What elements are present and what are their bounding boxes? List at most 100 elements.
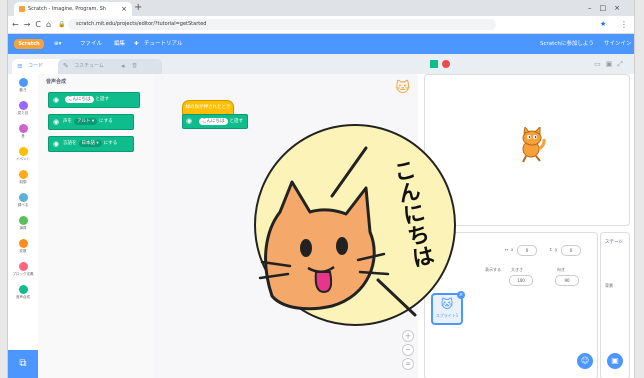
window-controls[interactable]: –□×	[588, 0, 628, 16]
browser-tab[interactable]: Scratch - Imagine, Program, Sh ×	[14, 2, 132, 16]
scratch-menu-bar: Scratch ⊕▾ ファイル 編集 ✚ チュートリアル Scratchに参加し…	[8, 34, 634, 54]
category-operators[interactable]: 演算	[8, 216, 38, 231]
category-dot	[18, 170, 28, 179]
bookmark-star-icon[interactable]: ★	[600, 16, 606, 33]
tab-sounds-label: 音	[132, 63, 138, 69]
scratch-favicon-icon	[19, 6, 25, 12]
category-text-to-speech[interactable]: 音声合成	[8, 285, 38, 300]
category-motion[interactable]: 動き	[8, 78, 38, 93]
category-label: 演算	[19, 226, 27, 230]
category-sensing[interactable]: 調べる	[8, 193, 38, 208]
category-label: 制御	[19, 180, 27, 184]
category-variables[interactable]: 変数	[8, 239, 38, 254]
set-voice-block[interactable]: ◉ 声を アルト ▾ にする	[48, 114, 134, 130]
menu-tutorial[interactable]: チュートリアル	[144, 34, 182, 54]
sprite-watermark-icon: 🐱	[395, 80, 410, 96]
category-label: イベント	[16, 157, 30, 161]
zoom-out-button[interactable]: −	[402, 344, 414, 356]
direction-field[interactable]: 90	[555, 275, 579, 286]
tutorial-icon: ✚	[134, 41, 139, 47]
speak-text-input[interactable]: こんにちは	[65, 96, 94, 103]
tab-sounds[interactable]: ◂ 音	[116, 59, 162, 74]
tab-close-icon[interactable]: ×	[121, 2, 127, 16]
block-text: 声を	[63, 119, 72, 124]
add-backdrop-button[interactable]: ▣	[607, 353, 623, 369]
category-label: 見た目	[17, 111, 29, 115]
code-icon: ≡	[17, 62, 23, 70]
menu-edit[interactable]: 編集	[114, 34, 125, 54]
cat-speech-illustration: こんにちは	[254, 124, 456, 326]
category-events[interactable]: イベント	[8, 147, 38, 162]
voice-dropdown[interactable]: アルト ▾	[74, 118, 98, 125]
speaker-icon: ◂	[121, 62, 125, 70]
speech-icon: ◉	[186, 117, 193, 125]
palette-heading: 音声合成	[46, 79, 67, 85]
stage-header: ▭▣⤢	[418, 54, 634, 74]
globe-icon[interactable]: ⊕▾	[54, 34, 61, 54]
zoom-reset-button[interactable]: =	[402, 358, 414, 370]
category-dot	[18, 124, 28, 133]
address-bar-row: ←→C⌂ 🔒 scratch.mit.edu/projects/editor/?…	[8, 16, 634, 34]
navigation-buttons[interactable]: ←→C⌂	[12, 16, 56, 33]
category-dot	[18, 78, 28, 87]
category-label: 動き	[19, 88, 27, 92]
stage-size-buttons[interactable]: ▭▣⤢	[594, 54, 628, 74]
stop-icon[interactable]	[442, 60, 450, 68]
scratch-logo[interactable]: Scratch	[14, 39, 44, 49]
scratch-cat-sprite[interactable]	[517, 127, 547, 163]
speak-block-placed[interactable]: ◉ こんにちは と話す	[182, 114, 248, 129]
speak-text-input[interactable]: こんにちは	[199, 118, 228, 125]
block-text: と話す	[95, 97, 110, 102]
speech-icon: ◉	[53, 118, 60, 126]
category-dot	[18, 262, 28, 271]
brush-icon: ✎	[63, 62, 69, 70]
add-extension-button[interactable]: ⧉	[8, 350, 38, 378]
y-field[interactable]: 0	[561, 245, 581, 256]
category-label: 音	[21, 134, 25, 138]
backdrops-label: 背景	[605, 283, 613, 288]
category-label: 変数	[19, 249, 27, 253]
lock-icon: 🔒	[58, 21, 66, 28]
category-sound[interactable]: 音	[8, 124, 38, 139]
category-label: ブロック定義	[12, 272, 34, 276]
tab-costumes-label: コスチューム	[74, 63, 104, 69]
menu-file[interactable]: ファイル	[80, 34, 102, 54]
browser-menu-icon[interactable]: ⋮	[620, 16, 628, 33]
category-dot	[18, 216, 28, 225]
block-text: と話す	[229, 119, 244, 124]
category-label: 音声合成	[16, 295, 30, 299]
category-dot	[18, 101, 28, 110]
category-dot	[18, 285, 28, 294]
category-looks[interactable]: 見た目	[8, 101, 38, 116]
category-control[interactable]: 制御	[8, 170, 38, 185]
green-flag-icon[interactable]	[430, 60, 438, 68]
block-text: にする	[103, 141, 118, 146]
y-icon: ↕	[549, 247, 553, 252]
url-field[interactable]: scratch.mit.edu/projects/editor/?tutoria…	[68, 19, 496, 30]
set-language-block[interactable]: ◉ 言語を 日本語 ▾ にする	[48, 136, 134, 152]
join-scratch-link[interactable]: Scratchに参加しよう	[540, 34, 594, 54]
block-text: にする	[99, 119, 113, 124]
new-tab-button[interactable]: +	[134, 0, 142, 16]
sign-in-link[interactable]: サインイン	[604, 34, 632, 54]
speech-icon: ◉	[53, 96, 60, 104]
x-field[interactable]: 0	[517, 245, 537, 256]
block-palette: 音声合成 ◉ こんにちは と話す ◉ 声を アルト ▾ にする ◉ 言語を 日本語 ▾ にする	[38, 74, 155, 378]
category-menu: 動き 見た目 音 イベント 制御 調べる 演算 変数 ブロック定義 音声合成 ⧉	[8, 74, 39, 378]
tab-strip: Scratch - Imagine, Program, Sh × + –□×	[8, 0, 634, 16]
speak-block[interactable]: ◉ こんにちは と話す	[48, 92, 140, 108]
x-label: x	[511, 247, 514, 252]
zoom-in-button[interactable]: +	[402, 330, 414, 342]
tab-code-label: コード	[28, 63, 44, 69]
add-sprite-button[interactable]: ☺	[577, 353, 593, 369]
size-label: 大きさ	[511, 267, 523, 272]
category-my-blocks[interactable]: ブロック定義	[8, 262, 38, 277]
size-field[interactable]: 100	[509, 275, 533, 286]
stage-selector[interactable]: ステージ 背景 ▣	[600, 232, 630, 378]
y-label: y	[555, 247, 558, 252]
stage-label: ステージ	[605, 240, 623, 245]
tab-title: Scratch - Imagine, Program, Sh	[28, 6, 106, 12]
category-dot	[18, 193, 28, 202]
language-dropdown[interactable]: 日本語 ▾	[78, 140, 102, 147]
category-dot	[18, 239, 28, 248]
